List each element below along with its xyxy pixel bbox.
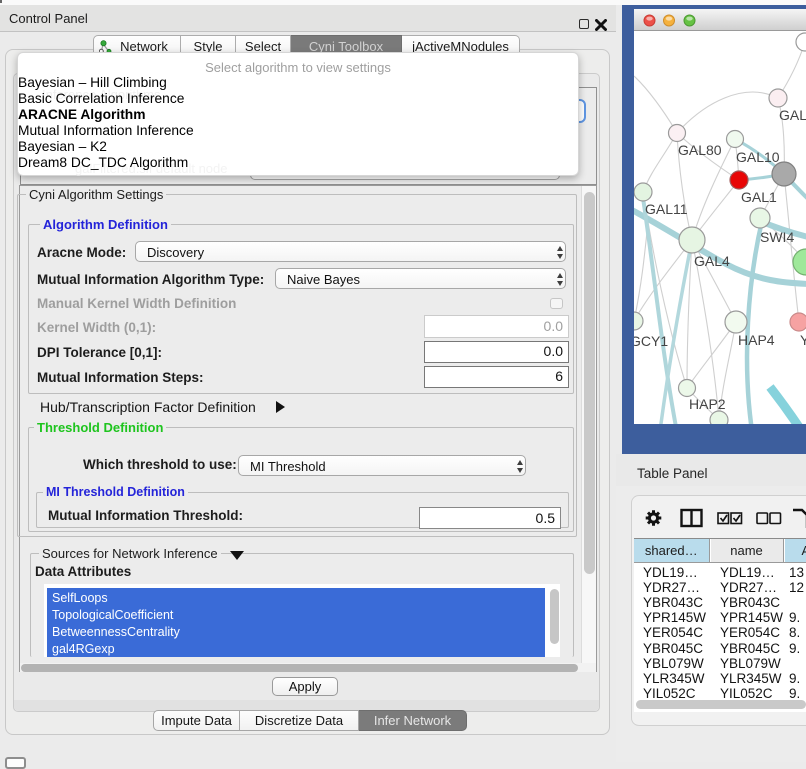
svg-text:Y: Y	[800, 332, 806, 348]
svg-text:GAL1: GAL1	[741, 189, 777, 205]
svg-text:GCY1: GCY1	[634, 333, 668, 349]
svg-text:GAL4: GAL4	[694, 253, 730, 269]
svg-text:GAL10: GAL10	[736, 149, 780, 165]
svg-text:GAL11: GAL11	[645, 201, 688, 217]
svg-text:HAP2: HAP2	[689, 396, 726, 412]
svg-text:GAL80: GAL80	[678, 142, 722, 158]
svg-text:GAL7: GAL7	[779, 107, 806, 123]
svg-text:SWI4: SWI4	[760, 229, 794, 245]
svg-text:HAP4: HAP4	[738, 332, 775, 348]
